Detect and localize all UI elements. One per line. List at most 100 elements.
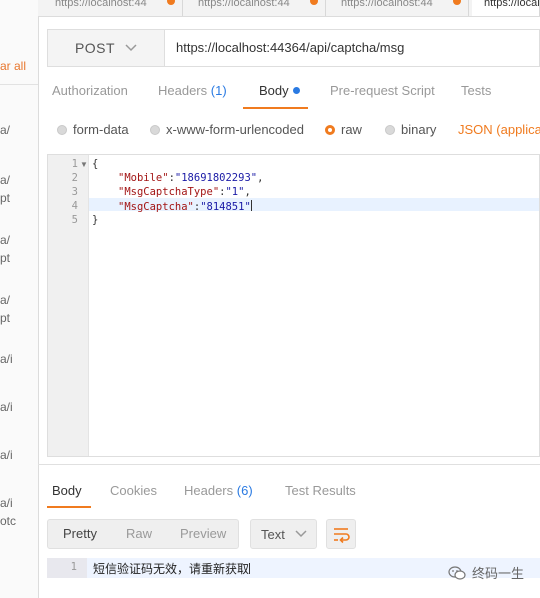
response-tab-cookies[interactable]: Cookies	[110, 483, 157, 498]
tab-headers[interactable]: Headers (1)	[158, 83, 227, 98]
history-item-fragment[interactable]: a/	[0, 173, 10, 187]
radio-raw[interactable]: raw	[325, 122, 362, 137]
url-input[interactable]: https://localhost:44364/api/captcha/msg	[176, 30, 404, 66]
line-number: 3	[71, 186, 78, 198]
code-open-brace: {	[92, 158, 99, 170]
response-tab-body[interactable]: Body	[52, 483, 82, 498]
request-tab-label: https://localhost:44	[55, 0, 147, 9]
history-item-fragment[interactable]: a/	[0, 123, 10, 137]
radio-binary[interactable]: binary	[385, 122, 436, 137]
tab-pre-request-script[interactable]: Pre-request Script	[330, 83, 435, 98]
headers-count: (1)	[210, 83, 227, 98]
request-tab-label: https://locall	[484, 0, 540, 9]
wrap-lines-icon	[334, 528, 350, 544]
fold-arrow-icon[interactable]: ▼	[80, 160, 88, 169]
view-preview-button[interactable]: Preview	[180, 520, 226, 548]
history-item-fragment[interactable]: pt	[0, 251, 10, 265]
wechat-icon	[448, 565, 466, 580]
text-cursor	[249, 563, 251, 574]
tab-body-label: Body	[259, 83, 289, 98]
sidebar: ar all a/ a/ pt a/ pt a/ pt a/i a/i a/i …	[0, 0, 39, 598]
response-divider	[38, 464, 540, 465]
content-type-select[interactable]: JSON (applicati	[458, 122, 540, 137]
unsaved-dot-icon	[310, 0, 318, 5]
code-line: "MsgCaptchaType":"1",	[118, 186, 251, 198]
json-key: "MsgCaptcha"	[118, 201, 194, 213]
json-value: "814851"	[200, 201, 251, 213]
chevron-down-icon	[295, 530, 307, 538]
tab-authorization[interactable]: Authorization	[52, 83, 128, 98]
line-number: 1	[71, 158, 78, 170]
sidebar-divider	[0, 84, 38, 85]
history-item-fragment[interactable]: a/	[0, 233, 10, 247]
active-tab-indicator	[243, 107, 308, 109]
line-number: 2	[71, 172, 78, 184]
response-format-label: Text	[261, 526, 285, 542]
radio-label: form-data	[73, 122, 129, 137]
json-value: "1"	[225, 186, 245, 198]
history-item-fragment[interactable]: a/	[0, 293, 10, 307]
history-item-fragment[interactable]: pt	[0, 191, 10, 205]
request-tab[interactable]: https://localhost:44	[329, 0, 469, 16]
radio-circle-icon	[57, 124, 67, 135]
chevron-down-icon	[125, 44, 137, 52]
request-sections-tabs: Authorization Headers (1) Body Pre-reque…	[38, 78, 540, 109]
view-raw-button[interactable]: Raw	[126, 520, 152, 548]
request-tab-active[interactable]: https://locall	[472, 0, 540, 16]
response-view-mode: Pretty Raw Preview	[47, 519, 239, 549]
tab-tests[interactable]: Tests	[461, 83, 491, 98]
request-tab-label: https://localhost:44	[341, 0, 433, 9]
view-pretty-button[interactable]: Pretty	[63, 520, 97, 548]
watermark: 终码一生	[448, 563, 524, 582]
radio-label: binary	[401, 122, 437, 137]
history-item-fragment[interactable]: pt	[0, 311, 10, 325]
request-line: POST https://localhost:44364/api/captcha…	[47, 29, 540, 67]
line-number: 1	[70, 561, 77, 573]
history-item-fragment[interactable]: a/i	[0, 448, 13, 462]
code-line: "MsgCaptcha":"814851"	[118, 200, 252, 213]
modified-dot-icon	[292, 87, 300, 94]
request-tab-bar: https://localhost:44 https://localhost:4…	[38, 0, 540, 17]
text-cursor	[250, 200, 252, 211]
radio-label: raw	[341, 122, 362, 137]
radio-circle-icon	[385, 124, 395, 135]
method-label: POST	[74, 40, 116, 56]
history-item-fragment[interactable]: a/i	[0, 496, 13, 510]
request-tab[interactable]: https://localhost:44	[43, 0, 183, 16]
radio-form-data[interactable]: form-data	[57, 122, 129, 137]
tab-headers-label: Headers	[158, 83, 208, 98]
response-tab-test-results[interactable]: Test Results	[285, 483, 356, 498]
history-item-fragment[interactable]: a/i	[0, 400, 13, 414]
line-number: 5	[71, 214, 78, 226]
clear-all-link[interactable]: ar all	[0, 59, 26, 73]
json-key: "Mobile"	[118, 172, 169, 184]
json-value: "18691802293"	[174, 172, 258, 184]
request-body-editor[interactable]: 1 ▼ 2 3 4 5 { "Mobile":"18691802293", "M…	[47, 154, 540, 457]
radio-selected-icon	[325, 124, 335, 135]
active-response-tab-indicator	[47, 506, 91, 508]
history-item-fragment[interactable]: a/i	[0, 352, 13, 366]
watermark-text: 终码一生	[471, 566, 524, 581]
body-type-selector: form-data x-www-form-urlencoded raw bina…	[38, 118, 540, 142]
code-line: "Mobile":"18691802293",	[118, 172, 264, 184]
radio-urlencoded[interactable]: x-www-form-urlencoded	[150, 122, 304, 137]
request-tab[interactable]: https://localhost:44	[186, 0, 326, 16]
response-headers-count: (6)	[236, 483, 253, 498]
method-select[interactable]: POST	[48, 30, 165, 66]
response-tab-headers[interactable]: Headers (6)	[184, 483, 253, 498]
response-message: 短信验证码无效，请重新获取	[93, 562, 250, 576]
response-format-select[interactable]: Text	[250, 519, 317, 549]
tab-body[interactable]: Body	[259, 83, 300, 98]
line-number: 4	[71, 200, 78, 212]
unsaved-dot-icon	[453, 0, 461, 5]
response-tabs: Body Cookies Headers (6) Test Results	[38, 476, 540, 510]
code-close-brace: }	[92, 214, 99, 226]
json-key: "MsgCaptchaType"	[118, 186, 220, 198]
wrap-lines-button[interactable]	[326, 519, 356, 549]
history-item-fragment[interactable]: otc	[0, 514, 16, 528]
radio-label: x-www-form-urlencoded	[166, 122, 304, 137]
response-text: 短信验证码无效，请重新获取	[93, 560, 251, 577]
radio-circle-icon	[150, 124, 160, 135]
unsaved-dot-icon	[167, 0, 175, 5]
response-tab-headers-label: Headers	[184, 483, 234, 498]
